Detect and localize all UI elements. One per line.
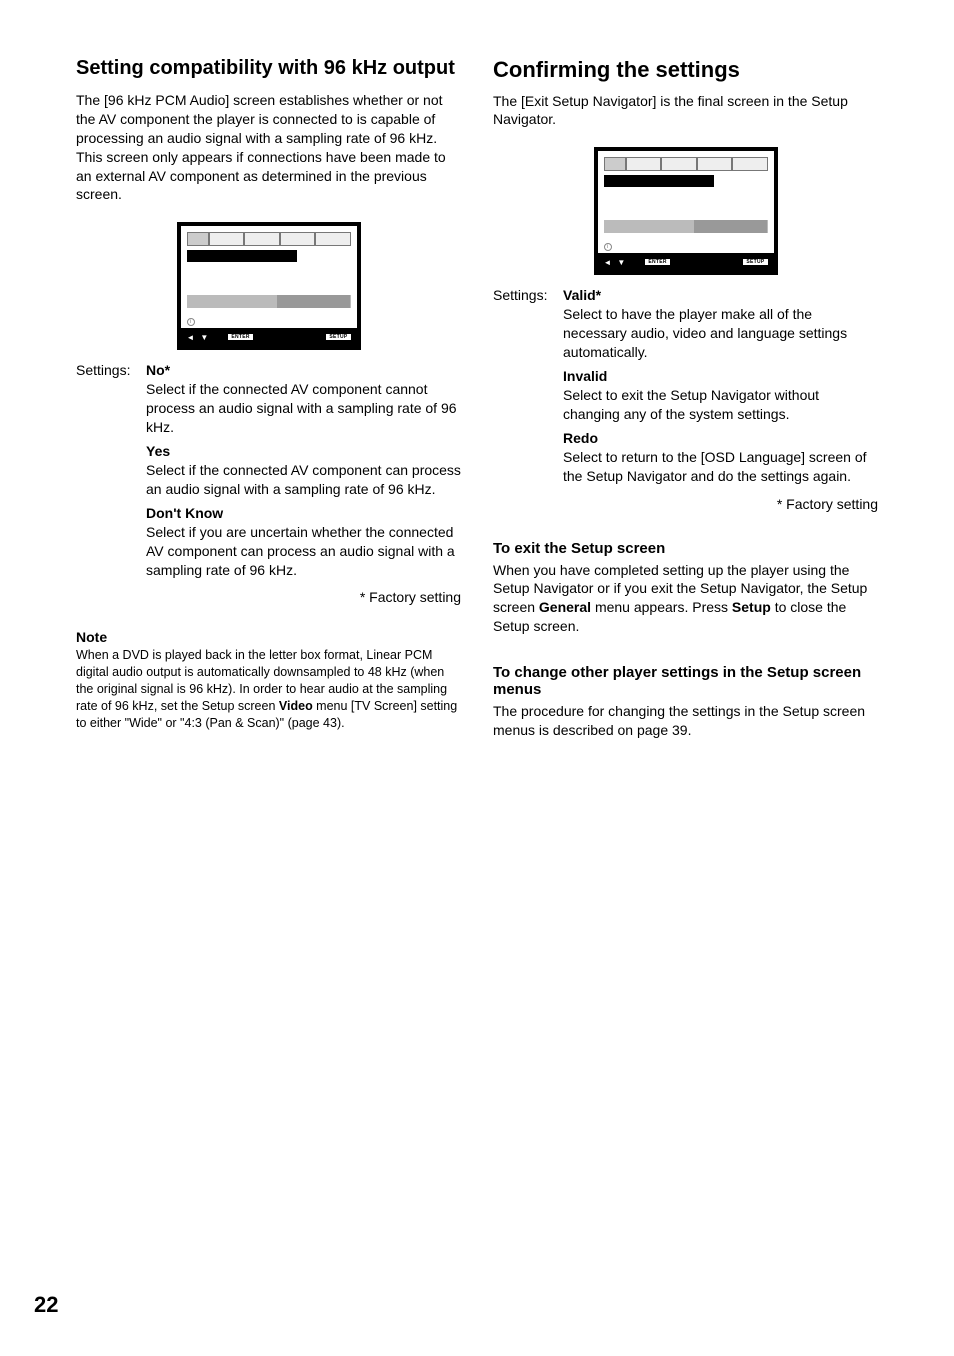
right-intro: The [Exit Setup Navigator] is the final … bbox=[493, 92, 878, 130]
right-title: Confirming the settings bbox=[493, 56, 878, 84]
left-arrow-icon: ◄ bbox=[187, 333, 195, 342]
option-desc: Select to return to the [OSD Language] s… bbox=[563, 448, 878, 486]
left-settings: Settings: No* Select if the connected AV… bbox=[76, 362, 461, 579]
option-title: Don't Know bbox=[146, 505, 461, 521]
info-icon: i bbox=[604, 243, 612, 251]
option-desc: Select to exit the Setup Navigator witho… bbox=[563, 386, 878, 424]
info-icon: i bbox=[187, 318, 195, 326]
left-title: Setting compatibility with 96 kHz output bbox=[76, 56, 461, 81]
enter-button-graphic: ENTER bbox=[645, 259, 669, 265]
option-desc: Select to have the player make all of th… bbox=[563, 305, 878, 362]
setup-button-graphic: SETUP bbox=[743, 259, 767, 265]
setup-button-graphic: SETUP bbox=[326, 334, 350, 340]
down-arrow-icon: ▼ bbox=[200, 333, 208, 342]
option-title: Invalid bbox=[563, 368, 878, 384]
left-intro: The [96 kHz PCM Audio] screen establishe… bbox=[76, 91, 461, 204]
factory-note: * Factory setting bbox=[76, 589, 461, 605]
option-desc: Select if you are uncertain whether the … bbox=[146, 523, 461, 580]
settings-label: Settings: bbox=[76, 362, 138, 579]
option-title: Valid* bbox=[563, 287, 878, 303]
note-title: Note bbox=[76, 629, 461, 645]
page-number: 22 bbox=[34, 1292, 58, 1318]
left-column: Setting compatibility with 96 kHz output… bbox=[76, 56, 461, 746]
note-text: When a DVD is played back in the letter … bbox=[76, 647, 461, 731]
right-column: Confirming the settings The [Exit Setup … bbox=[493, 56, 878, 746]
option-title: Yes bbox=[146, 443, 461, 459]
option-desc: Select if the connected AV component can… bbox=[146, 380, 461, 437]
change-text: The procedure for changing the settings … bbox=[493, 702, 878, 740]
osd-screenshot-right: i ◄ ▼ ENTER SETUP bbox=[594, 147, 778, 275]
change-head: To change other player settings in the S… bbox=[493, 664, 878, 698]
enter-button-graphic: ENTER bbox=[228, 334, 252, 340]
right-settings: Settings: Valid* Select to have the play… bbox=[493, 287, 878, 485]
factory-note: * Factory setting bbox=[493, 496, 878, 512]
option-title: Redo bbox=[563, 430, 878, 446]
down-arrow-icon: ▼ bbox=[617, 258, 625, 267]
left-arrow-icon: ◄ bbox=[604, 258, 612, 267]
exit-text: When you have completed setting up the p… bbox=[493, 561, 878, 637]
option-title: No* bbox=[146, 362, 461, 378]
settings-label: Settings: bbox=[493, 287, 555, 485]
osd-screenshot-left: i ◄ ▼ ENTER SETUP bbox=[177, 222, 361, 350]
option-desc: Select if the connected AV component can… bbox=[146, 461, 461, 499]
exit-head: To exit the Setup screen bbox=[493, 540, 878, 557]
